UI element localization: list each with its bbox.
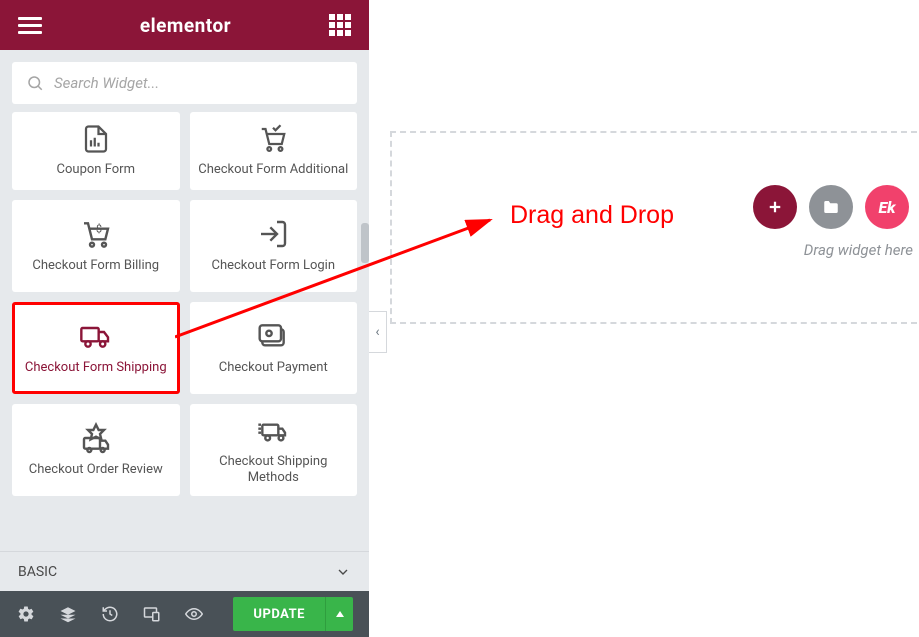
sidebar-header: elementor [0, 0, 369, 50]
responsive-icon[interactable] [142, 604, 162, 624]
plus-icon [766, 198, 784, 216]
shipping-methods-icon [257, 414, 289, 446]
widget-label: Checkout Order Review [29, 462, 163, 478]
history-icon[interactable] [100, 604, 120, 624]
ek-logo-icon: Ek [878, 198, 895, 217]
widget-shipping-methods[interactable]: Checkout Shipping Methods [190, 404, 358, 496]
cart-additional-icon [258, 124, 288, 154]
collapse-sidebar-button[interactable]: ‹ [369, 311, 387, 353]
category-basic[interactable]: BASIC [0, 551, 369, 591]
widget-checkout-additional[interactable]: Checkout Form Additional [190, 112, 358, 190]
widget-label: Checkout Form Login [211, 258, 335, 274]
coupon-icon [81, 124, 111, 154]
elementskit-button[interactable]: Ek [865, 185, 909, 229]
preview-icon[interactable] [184, 604, 204, 624]
widget-checkout-billing[interactable]: $ Checkout Form Billing [12, 200, 180, 292]
widget-coupon-form[interactable]: Coupon Form [12, 112, 180, 190]
widget-label: Checkout Payment [219, 360, 328, 376]
template-library-button[interactable] [809, 185, 853, 229]
bottom-toolbar: UPDATE [0, 591, 369, 637]
truck-icon [80, 320, 112, 352]
widget-label: Checkout Form Additional [198, 162, 348, 178]
widget-label: Checkout Form Shipping [25, 360, 167, 376]
update-button[interactable]: UPDATE [233, 597, 325, 631]
caret-up-icon [335, 609, 345, 619]
search-input[interactable] [54, 74, 343, 92]
settings-icon[interactable] [16, 604, 36, 624]
folder-icon [822, 198, 840, 216]
widget-label: Coupon Form [57, 162, 135, 178]
chevron-down-icon [335, 564, 351, 580]
hamburger-menu-icon[interactable] [18, 13, 42, 37]
svg-text:$: $ [96, 223, 102, 236]
widget-order-review[interactable]: Checkout Order Review [12, 404, 180, 496]
search-icon [26, 74, 44, 92]
widget-label: Checkout Shipping Methods [196, 454, 352, 487]
login-icon [257, 218, 289, 250]
update-caret[interactable] [325, 597, 353, 631]
add-section-button[interactable] [753, 185, 797, 229]
cart-billing-icon: $ [80, 218, 112, 250]
widget-checkout-shipping[interactable]: Checkout Form Shipping [12, 302, 180, 394]
payment-icon [257, 320, 289, 352]
category-label: BASIC [18, 564, 57, 580]
widget-checkout-login[interactable]: Checkout Form Login [190, 200, 358, 292]
apps-grid-icon[interactable] [329, 14, 351, 36]
drag-widget-hint: Drag widget here [804, 241, 917, 259]
order-review-icon [80, 422, 112, 454]
scrollbar-thumb[interactable] [361, 223, 369, 263]
widget-checkout-payment[interactable]: Checkout Payment [190, 302, 358, 394]
annotation-text: Drag and Drop [510, 201, 674, 230]
navigator-icon[interactable] [58, 604, 78, 624]
elementor-sidebar: elementor Coupon Form Checkout Form Addi… [0, 0, 369, 637]
widget-label: Checkout Form Billing [32, 258, 159, 274]
search-widget-field[interactable] [12, 62, 357, 104]
app-title: elementor [140, 14, 231, 37]
